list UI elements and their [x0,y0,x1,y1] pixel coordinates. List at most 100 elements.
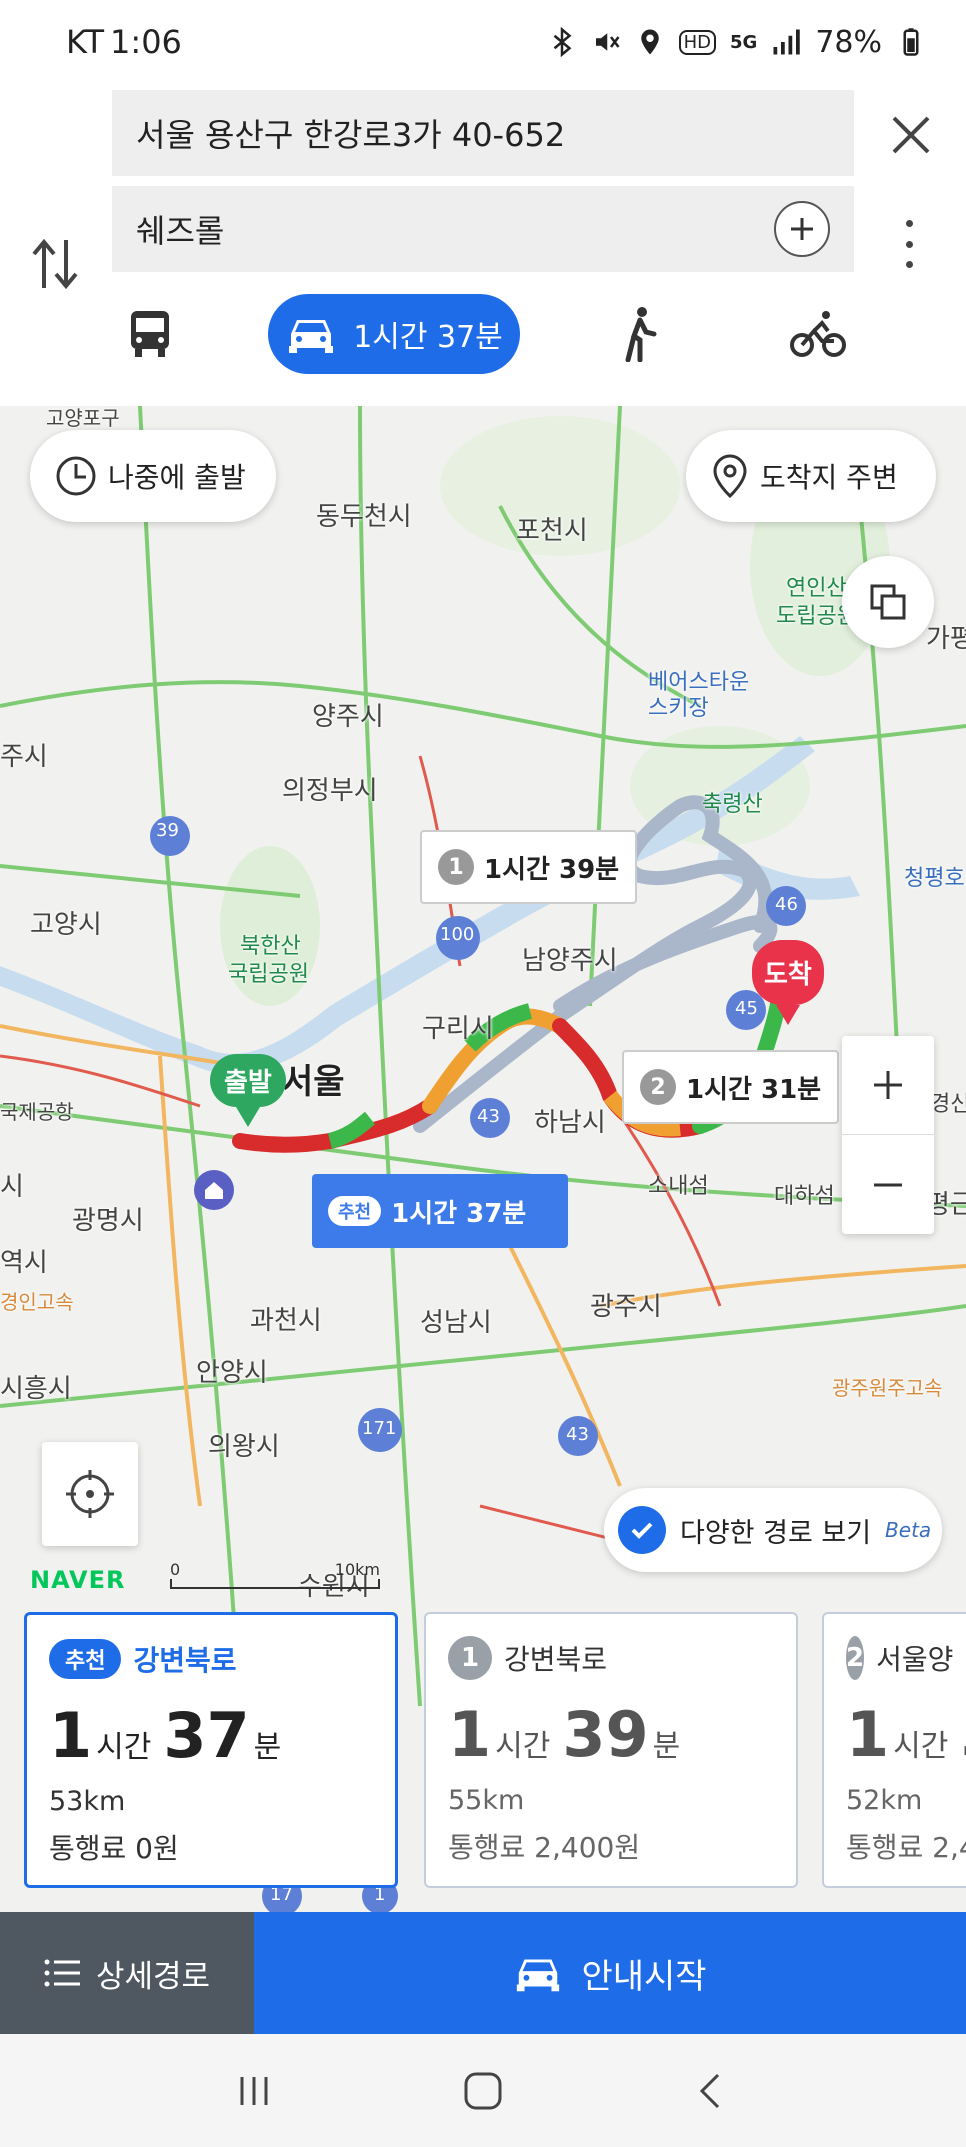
status-bar: KT 1:06 HD 5G 78% [0,0,966,84]
depart-later-button[interactable]: 나중에 출발 [30,430,276,522]
place-label: 국제공항 [0,1100,74,1124]
place-label: 의정부시 [282,776,378,806]
place-label: 광주시 [590,1292,662,1322]
duration-minutes: 39 [562,1698,649,1771]
route-shield: 171 [362,1418,397,1439]
place-label: 대하섬 [774,1184,835,1209]
duration-hours-unit: 시간 [96,1730,152,1765]
recommended-badge: 추천 [49,1639,122,1679]
start-pin[interactable]: 출발 [210,1054,286,1127]
place-label: 주시 [0,742,48,772]
scale-end: 10km [334,1560,380,1579]
origin-text: 서울 용산구 한강로3가 40-652 [136,116,566,154]
current-location-button[interactable] [42,1442,138,1546]
tab-walk[interactable] [600,294,680,374]
place-label: 경신 [930,1092,966,1117]
alt-route-1-label[interactable]: 1 1시간 39분 [420,830,638,904]
around-destination-button[interactable]: 도착지 주변 [686,430,936,522]
route-toll: 통행료 0원 [49,1832,179,1865]
map-scale: 0 10km [170,1560,380,1589]
recent-apps-icon[interactable] [234,2071,274,2111]
route-duration: 1 시간 37 분 [49,1699,373,1772]
destination-text: 쉐즈롤 [136,212,225,250]
place-label: 역시 [0,1248,48,1278]
alt-route-1-time: 1시간 39분 [484,854,620,885]
detail-route-button[interactable]: 상세경로 [0,1912,254,2034]
scale-start: 0 [170,1560,181,1579]
duration-hours-unit: 시간 [893,1729,949,1764]
route-shield: 43 [566,1424,589,1445]
place-label: 시흥시 [0,1374,72,1404]
route-card-1[interactable]: 1 강변북로 1 시간 39 분 55km 통행료 2,400원 [424,1612,798,1888]
detail-route-label: 상세경로 [95,1958,211,1995]
route-card-recommended[interactable]: 추천 강변북로 1 시간 37 분 53km 통행료 0원 [24,1612,398,1888]
beta-label: Beta [885,1518,932,1542]
place-label: 고양포구 [46,406,120,430]
place-label: 시 [0,1172,24,1202]
carrier: KT [66,23,105,61]
place-label: 가평 [926,624,966,654]
car-icon [517,1959,560,1992]
place-label: 청평호 [904,866,965,891]
origin-field[interactable]: 서울 용산구 한강로3가 40-652 [112,90,854,176]
tab-bike[interactable] [778,294,858,374]
place-label: 양주시 [312,702,384,732]
pin-tail-icon [775,1005,800,1025]
location-icon [640,29,659,55]
zoom-out-button[interactable] [842,1135,934,1234]
route-card-2[interactable]: 2 서울양 1 시간 3 52km 통행료 2,4 [822,1612,966,1888]
place-label: 의왕시 [208,1432,280,1462]
minus-icon [874,1183,902,1186]
check-icon [618,1506,666,1554]
zoom-in-button[interactable] [842,1036,934,1135]
hd-indicator: HD [678,29,716,55]
bottom-action-bar: 상세경로 안내시작 [0,1912,966,2034]
various-routes-toggle[interactable]: 다양한 경로 보기 Beta [604,1488,942,1572]
place-label: 소내섬 [648,1174,709,1199]
pin-outline-icon [713,454,747,499]
app-root: KT 1:06 HD 5G 78% 서울 용산구 한강로3가 40-652 쉐즈… [0,0,966,2147]
place-label: 안양시 [196,1358,268,1388]
place-label: 축령산 [702,792,763,817]
add-waypoint-button[interactable] [774,201,830,257]
main-route-label[interactable]: 추천 1시간 37분 [312,1174,568,1248]
destination-pin[interactable]: 도착 [752,940,824,1025]
signal-icon [773,29,801,55]
close-icon[interactable] [886,110,936,160]
duration-minutes-unit: 분 [652,1729,681,1764]
tab-transit[interactable] [110,294,190,374]
car-duration: 1시간 37분 [353,320,503,355]
place-label: 국립공원 [228,962,309,987]
place-label: 광주원주고속 [832,1376,943,1400]
list-icon [44,1959,80,1987]
scale-bar [170,1579,380,1589]
recommended-badge: 추천 [328,1196,382,1226]
destination-pin-label: 도착 [752,940,824,1005]
back-icon[interactable] [692,2071,732,2111]
more-dot [905,261,913,268]
route-name: 강변북로 [504,1643,608,1676]
bluetooth-icon [553,27,572,57]
alt-route-2-label[interactable]: 2 1시간 31분 [622,1050,840,1124]
place-label: 과천시 [250,1306,322,1336]
route-name: 서울양 [876,1643,954,1676]
more-options-button[interactable] [896,214,922,274]
start-navigation-label: 안내시작 [581,1956,707,1997]
route-duration: 1 시간 3 [846,1698,966,1771]
tab-car[interactable]: 1시간 37분 [268,294,520,374]
bike-icon [790,311,846,357]
plus-icon [791,218,813,240]
start-navigation-button[interactable]: 안내시작 [254,1912,966,2034]
destination-field[interactable]: 쉐즈롤 [112,186,854,272]
layers-button[interactable] [842,556,934,648]
place-label: 성남시 [420,1308,492,1338]
crosshair-icon [66,1470,114,1518]
bus-icon [131,311,169,357]
place-label: 남양주시 [522,946,618,976]
home-marker[interactable] [194,1170,234,1210]
home-button-icon[interactable] [462,2070,504,2112]
route-shield: 46 [775,894,798,915]
place-label: 경인고속 [0,1290,74,1314]
swap-icon[interactable] [30,234,80,294]
duration-minutes: 3 [960,1698,966,1771]
